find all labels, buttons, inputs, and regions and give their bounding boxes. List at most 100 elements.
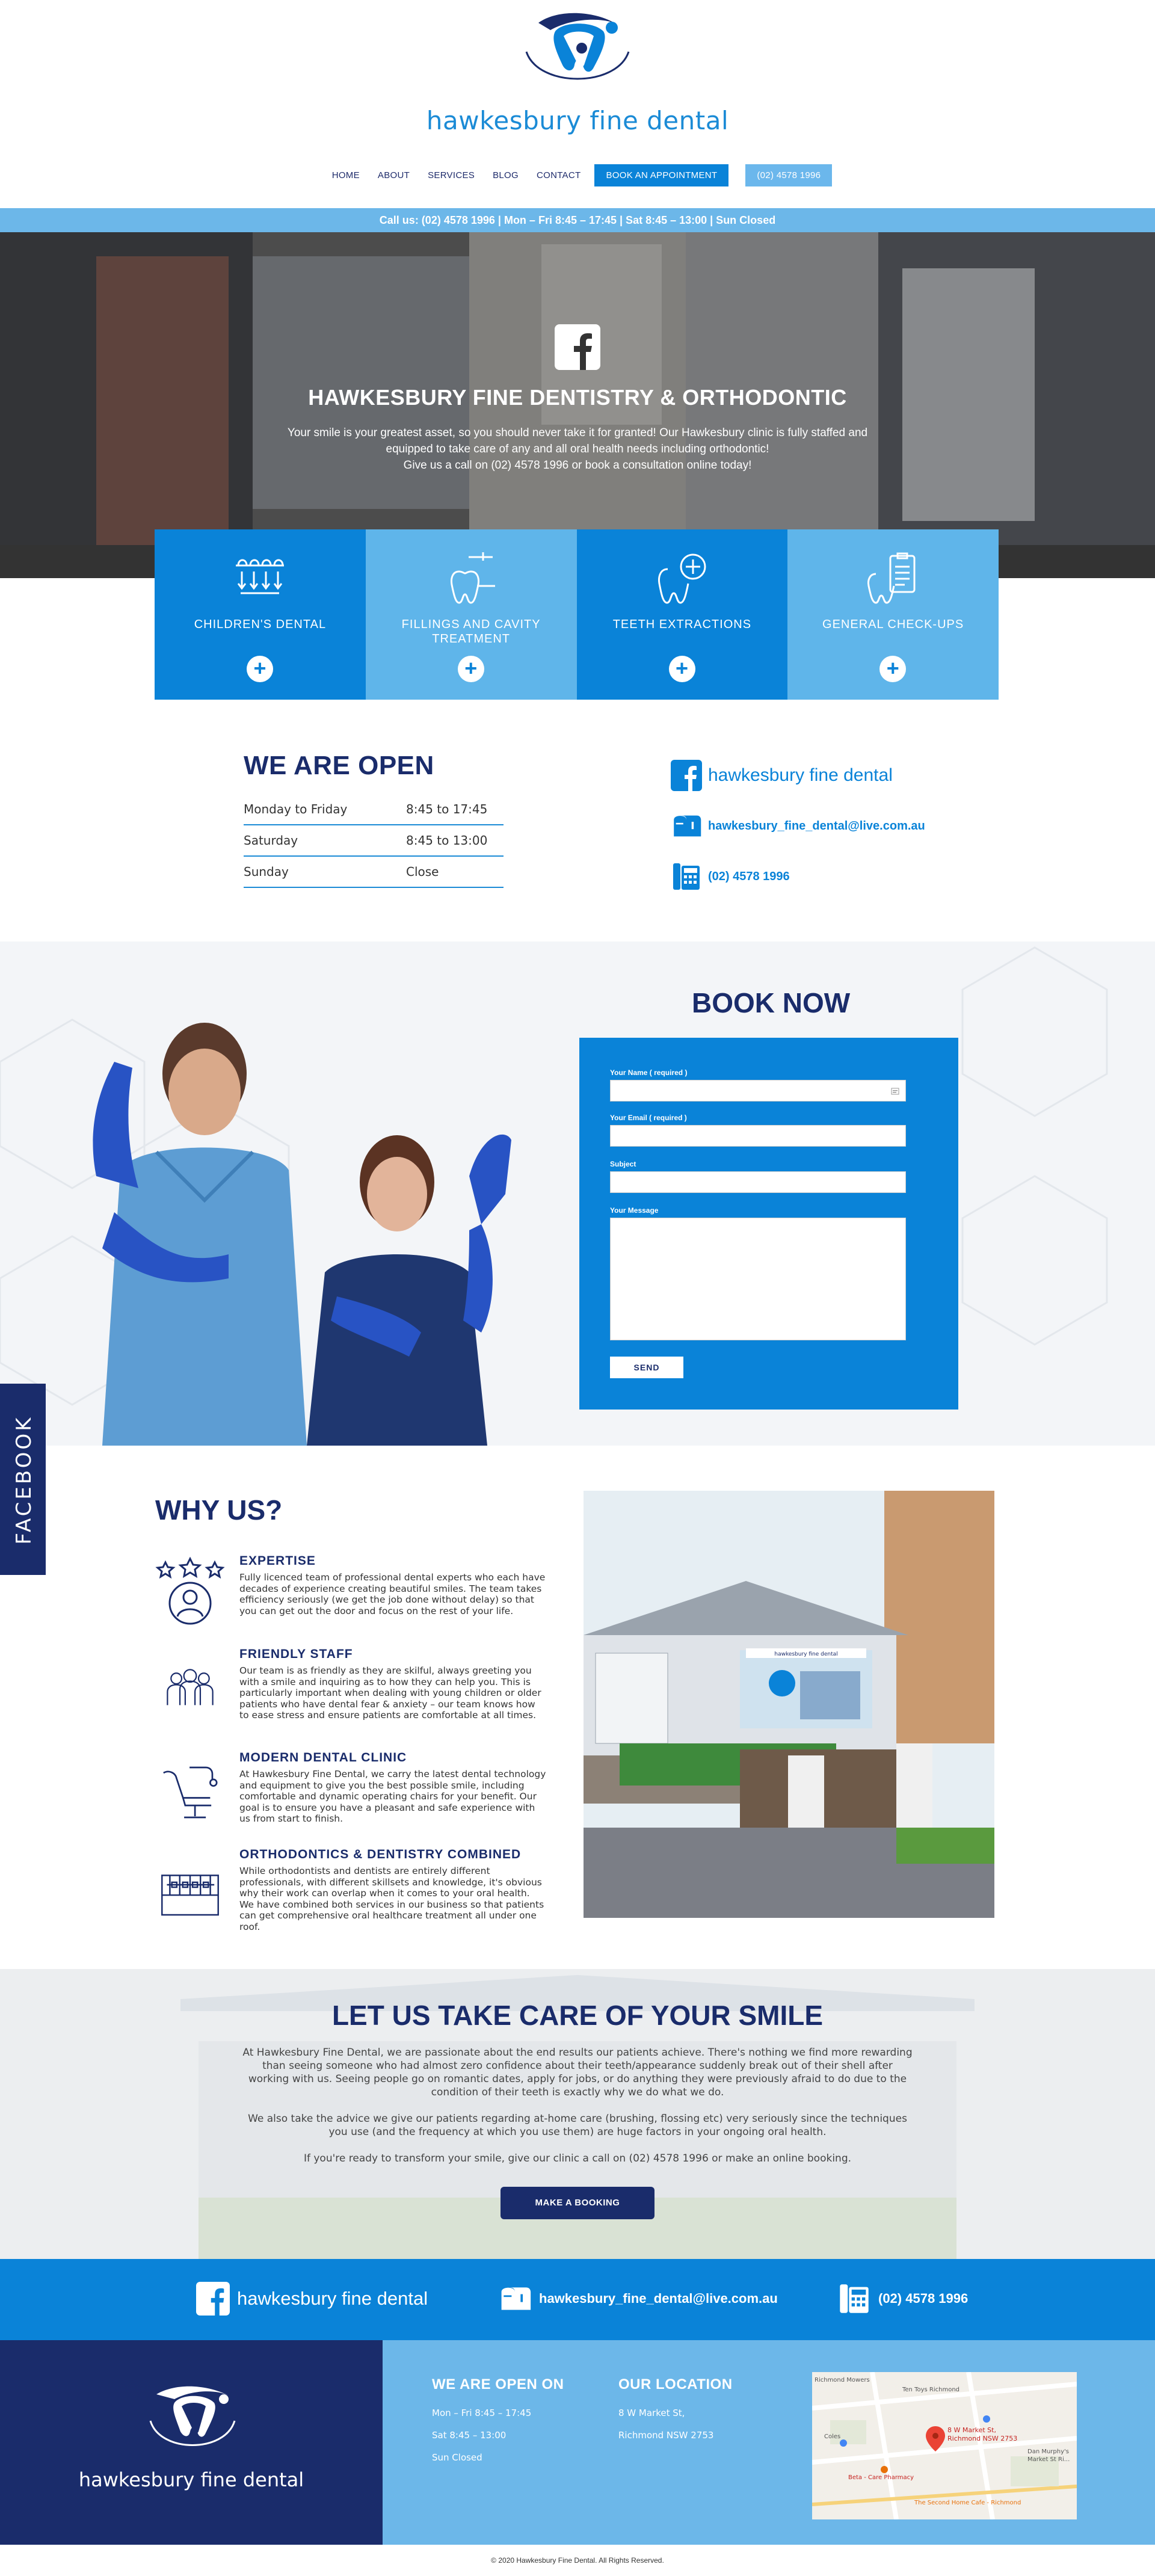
contact-facebook[interactable]: hawkesbury fine dental [671, 759, 1032, 792]
strip-facebook[interactable]: hawkesbury fine dental [196, 2282, 428, 2316]
strip-email[interactable]: hawkesbury_fine_dental@live.com.au [498, 2282, 778, 2316]
hours-row: Saturday 8:45 to 13:00 [244, 825, 504, 857]
hours-row: Sunday Close [244, 857, 504, 888]
strip-phone-text[interactable]: (02) 4578 1996 [878, 2291, 968, 2306]
strip-email-text[interactable]: hawkesbury_fine_dental@live.com.au [539, 2291, 778, 2306]
subject-label: Subject [610, 1160, 636, 1168]
plus-icon[interactable]: + [668, 656, 695, 682]
subject-input[interactable] [610, 1171, 906, 1193]
tile-childrens-dental[interactable]: CHILDREN'S DENTAL + [155, 529, 366, 700]
name-input[interactable] [610, 1080, 906, 1102]
why-item-text: Our team is as friendly as they are skil… [239, 1665, 541, 1721]
phone-icon [840, 2284, 869, 2313]
logo[interactable] [502, 10, 653, 94]
staff-team-icon [167, 1669, 214, 1706]
facebook-side-tab[interactable]: FACEBOOK [0, 1384, 46, 1575]
tile-label: TEETH EXTRACTIONS [612, 618, 752, 631]
contact-email[interactable]: hawkesbury_fine_dental@live.com.au [671, 810, 1032, 842]
footer-brand-panel: hawkesbury fine dental [0, 2340, 383, 2545]
booking-form: Your Name ( required ) Your Email ( requ… [579, 1038, 958, 1410]
hero-title: HAWKESBURY FINE DENTISTRY & ORTHODONTIC [308, 385, 847, 410]
hours-time: 8:45 to 17:45 [406, 802, 488, 816]
why-item-title: ORTHODONTICS & DENTISTRY COMBINED [239, 1847, 522, 1861]
nav-about[interactable]: ABOUT [369, 170, 419, 180]
map-place-label: Dan Murphy's [1027, 2448, 1069, 2455]
call-bar: Call us: (02) 4578 1996 | Mon – Fri 8:45… [0, 208, 1155, 232]
nav-blog[interactable]: BLOG [484, 170, 528, 180]
facebook-f-icon [574, 333, 592, 370]
phone-button[interactable]: (02) 4578 1996 [745, 164, 833, 186]
facebook-icon [196, 2282, 230, 2316]
plus-icon[interactable]: + [247, 656, 273, 682]
footer-open-line: Mon – Fri 8:45 – 17:45 [432, 2408, 532, 2418]
open-hours-title: WE ARE OPEN [244, 751, 434, 780]
phone-icon [673, 863, 700, 890]
facebook-link[interactable]: hawkesbury fine dental [708, 765, 893, 786]
strip-phone[interactable]: (02) 4578 1996 [837, 2282, 968, 2316]
book-now-title: BOOK NOW [692, 987, 851, 1018]
clinic-building-photo: hawkesbury fine dental [584, 1491, 994, 1918]
make-booking-button[interactable]: MAKE A BOOKING [500, 2187, 654, 2219]
care-section: LET US TAKE CARE OF YOUR SMILE At Hawkes… [0, 1969, 1155, 2259]
dental-chair-icon [163, 1766, 218, 1819]
hours-time: 8:45 to 13:00 [406, 833, 488, 848]
mailbox-icon [674, 815, 701, 837]
main-nav: HOME ABOUT SERVICES BLOG CONTACT BOOK AN… [0, 164, 1155, 186]
send-button[interactable]: SEND [610, 1357, 683, 1378]
email-input[interactable] [610, 1125, 906, 1147]
why-item-text: At Hawkesbury Fine Dental, we carry the … [239, 1769, 546, 1824]
message-label: Your Message [610, 1206, 659, 1215]
facebook-icon[interactable] [555, 324, 600, 370]
nav-contact[interactable]: CONTACT [528, 170, 590, 180]
why-us-title: WHY US? [155, 1494, 283, 1526]
footer-brand-name: hawkesbury fine dental [78, 2468, 304, 2491]
strip-facebook-text[interactable]: hawkesbury fine dental [237, 2288, 428, 2309]
care-title: LET US TAKE CARE OF YOUR SMILE [331, 2000, 824, 2031]
tile-fillings[interactable]: FILLINGS AND CAVITY TREATMENT + [365, 529, 577, 700]
hero-text-2: Give us a call on (02) 4578 1996 or book… [403, 459, 752, 472]
nav-home[interactable]: HOME [323, 170, 369, 180]
location-map[interactable]: 8 W Market St, Richmond NSW 2753 Richmon… [812, 2372, 1077, 2519]
house-sign-text: hawkesbury fine dental [774, 1651, 837, 1657]
name-label: Your Name ( required ) [610, 1068, 688, 1077]
plus-icon[interactable]: + [879, 656, 907, 682]
map-image: 8 W Market St, Richmond NSW 2753 Richmon… [812, 2372, 1077, 2519]
footer-tooth-logo-icon[interactable] [132, 2382, 253, 2460]
footer-location-line: 8 W Market St, [618, 2408, 685, 2418]
page: hawkesbury fine dental HOME ABOUT SERVIC… [0, 0, 1155, 2576]
expert-star-icon [155, 1556, 225, 1625]
filling-tooth-icon [450, 552, 495, 604]
tile-label: FILLINGS AND CAVITY TREATMENT [401, 618, 541, 646]
contact-phone[interactable]: (02) 4578 1996 [671, 860, 1032, 893]
footer-open-line: Sun Closed [432, 2452, 482, 2463]
hours-time: Close [406, 864, 439, 879]
why-item-title: EXPERTISE [239, 1554, 316, 1568]
footer-location-line: Richmond NSW 2753 [618, 2430, 714, 2441]
tile-checkups[interactable]: GENERAL CHECK-UPS + [787, 529, 999, 700]
hours-table: Monday to Friday 8:45 to 17:45 Saturday … [244, 794, 504, 888]
tile-extractions[interactable]: TEETH EXTRACTIONS + [576, 529, 788, 700]
tile-label: CHILDREN'S DENTAL [194, 618, 327, 631]
plus-icon[interactable]: + [457, 656, 484, 682]
hero-text: Your smile is your greatest asset, so yo… [283, 425, 872, 473]
email-link[interactable]: hawkesbury_fine_dental@live.com.au [708, 819, 925, 833]
footer-open-title: WE ARE OPEN ON [432, 2376, 564, 2393]
nav-services[interactable]: SERVICES [419, 170, 484, 180]
why-item-friendly-staff: FRIENDLY STAFF Our team is as friendly a… [153, 1647, 550, 1743]
hero-text-1: Your smile is your greatest asset, so yo… [287, 427, 868, 455]
phone-link[interactable]: (02) 4578 1996 [708, 870, 790, 884]
why-item-text: While orthodontists and dentists are ent… [239, 1866, 544, 1932]
why-item-expertise: EXPERTISE Fully licenced team of profess… [153, 1554, 550, 1644]
care-paragraph-3: If you're ready to transform your smile,… [303, 2152, 852, 2165]
facebook-icon [671, 760, 702, 791]
tooth-logo-icon [525, 13, 630, 80]
contact-card-icon [891, 1088, 899, 1095]
site-header: hawkesbury fine dental HOME ABOUT SERVIC… [0, 0, 1155, 208]
why-item-title: FRIENDLY STAFF [239, 1647, 353, 1661]
clinic-building-image: hawkesbury fine dental [584, 1491, 994, 1918]
book-section: BOOK NOW Your Name ( required ) Your Ema… [0, 941, 1155, 1446]
map-place-label: Market St Ri... [1027, 2456, 1070, 2463]
care-text: At Hawkesbury Fine Dental, we are passio… [241, 2046, 914, 2178]
book-appointment-button[interactable]: BOOK AN APPOINTMENT [594, 164, 729, 186]
message-textarea[interactable] [610, 1218, 906, 1340]
